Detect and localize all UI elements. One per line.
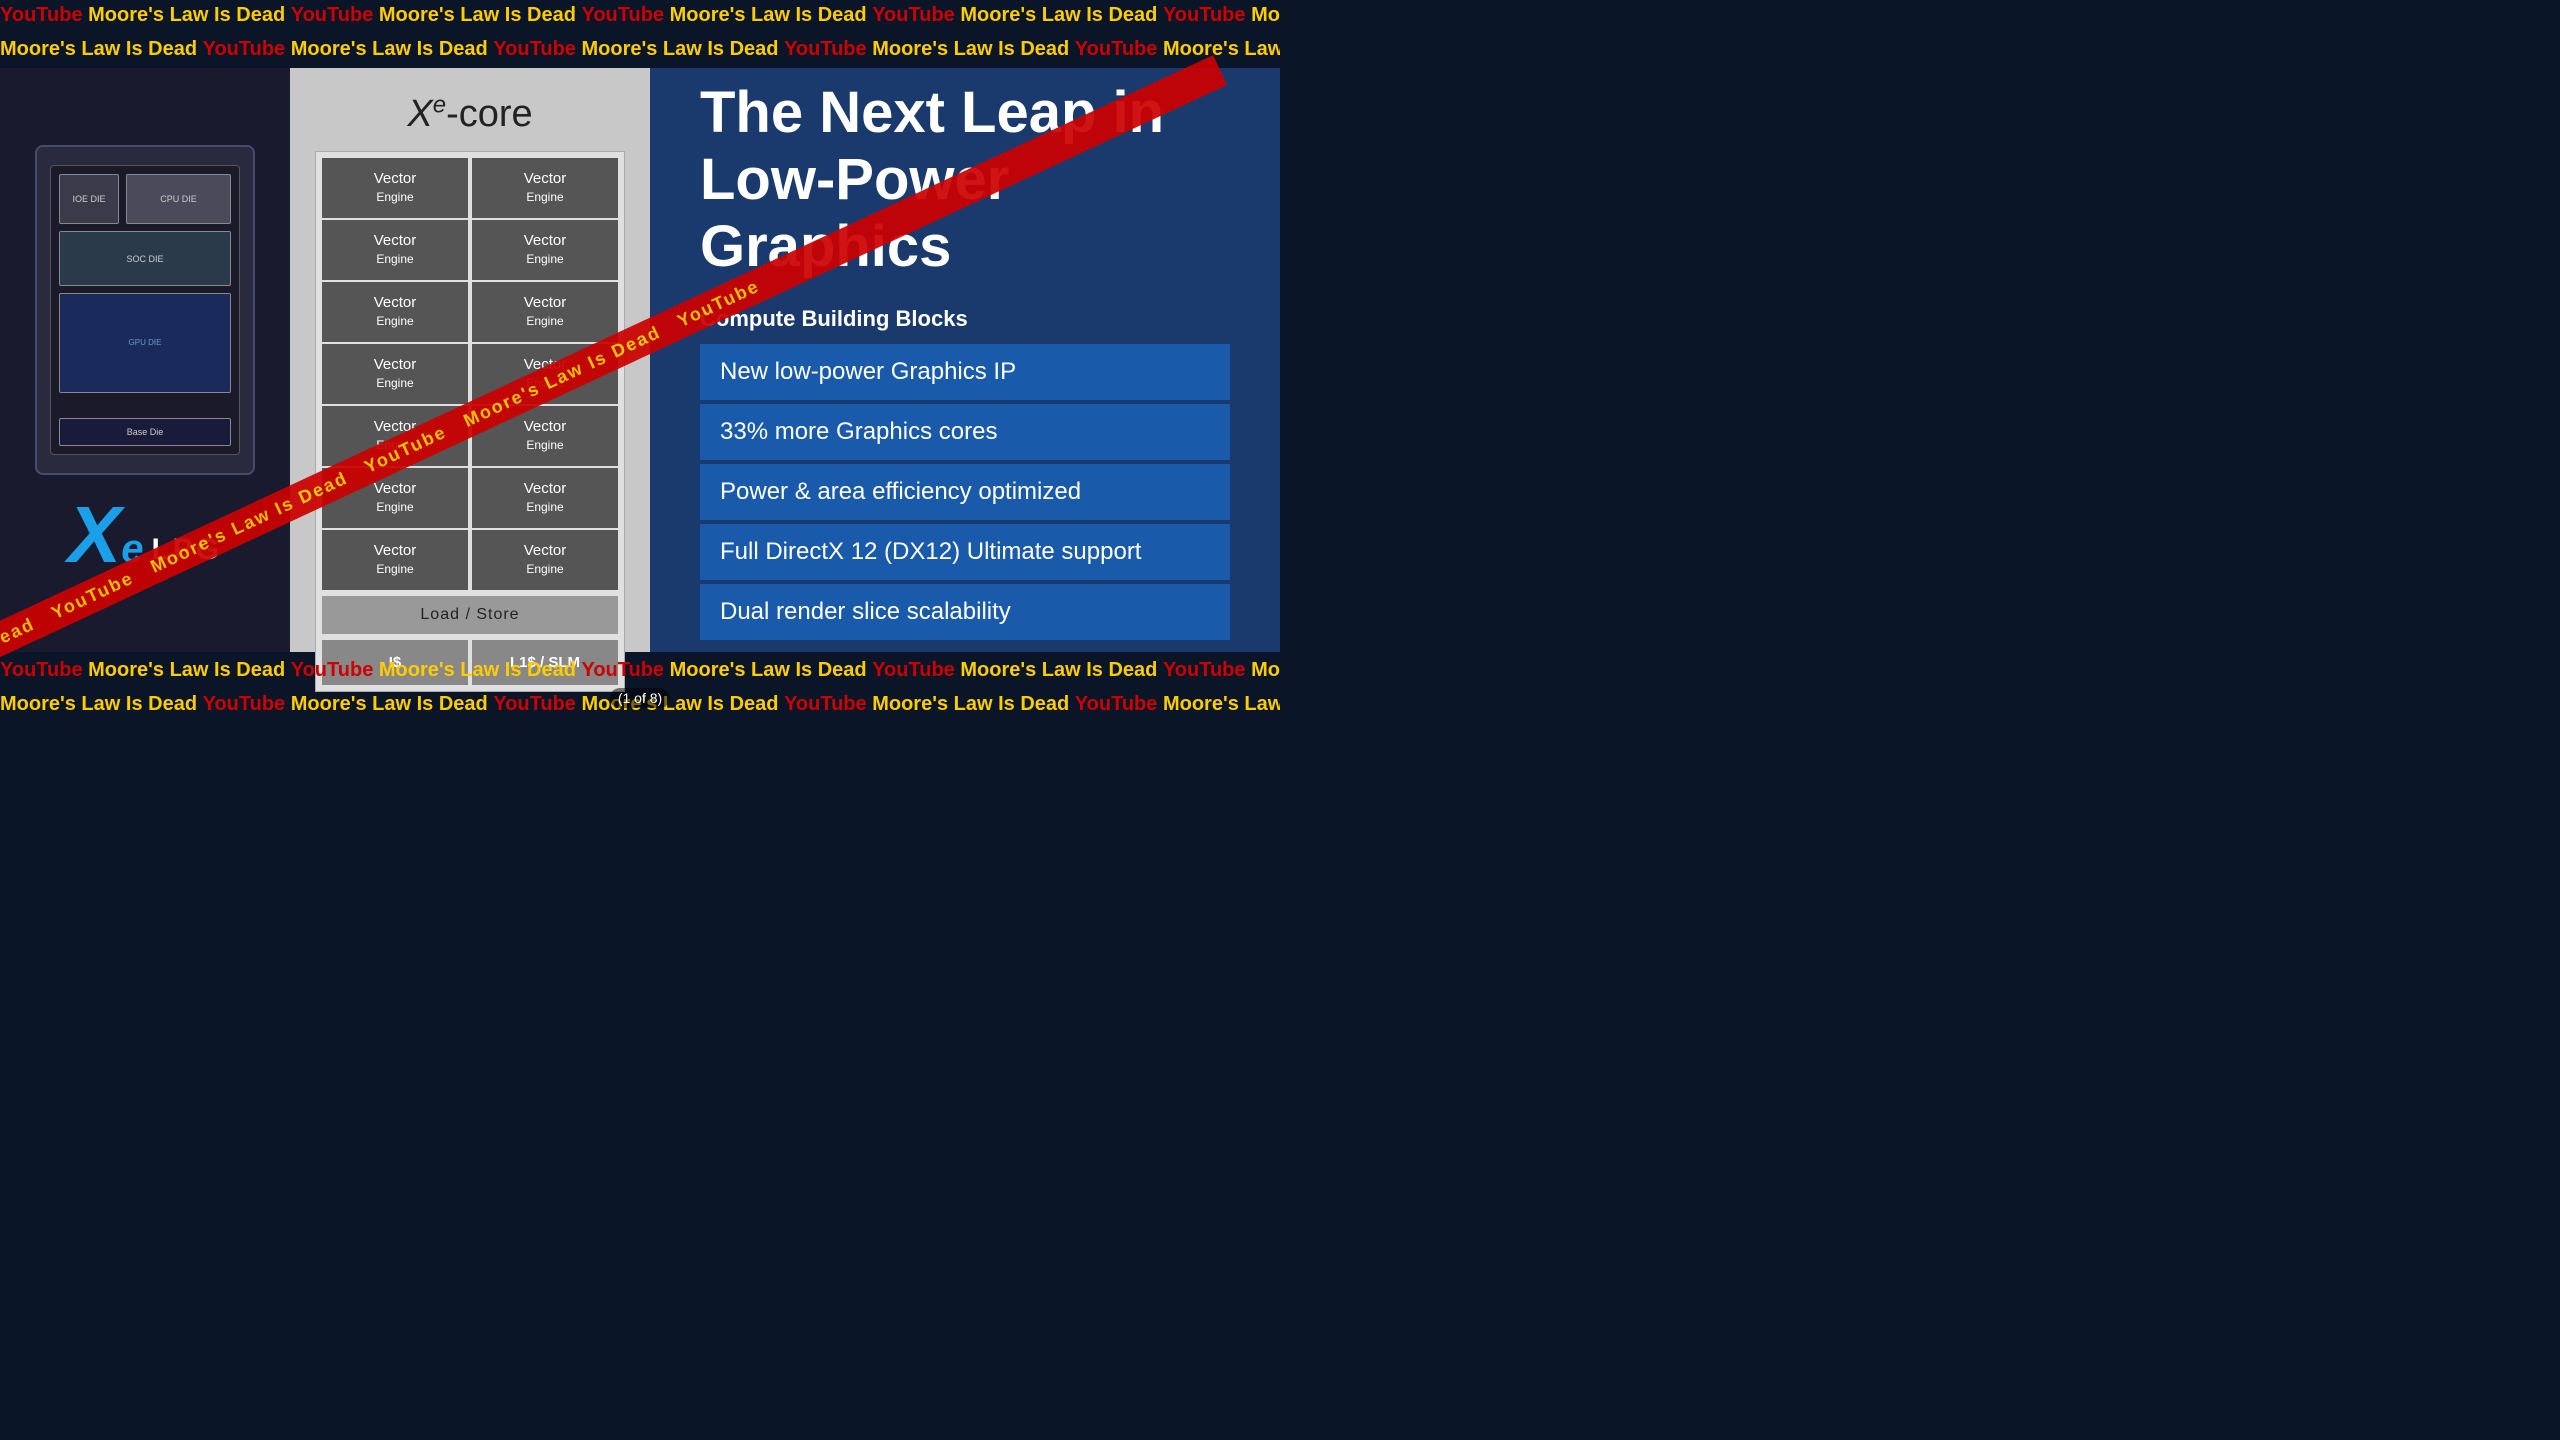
feature-item-4: Full DirectX 12 (DX12) Ultimate support xyxy=(700,524,1230,580)
soc-die: SOC DIE xyxy=(59,231,231,286)
middle-panel: Xe-core VectorEngine VectorEngine Vector… xyxy=(290,68,650,652)
vector-engine-cell: VectorEngine xyxy=(322,344,468,404)
ticker-top-1: YouTube Moore's Law Is Dead YouTube Moor… xyxy=(0,0,1280,31)
ticker-text: YouTube xyxy=(0,4,83,26)
vector-engine-cell: VectorEngine xyxy=(322,530,468,590)
load-store-bar: Load / Store xyxy=(322,596,618,634)
vector-engine-cell: VectorEngine xyxy=(472,282,618,342)
xe-lpg-logo: X e LPG xyxy=(68,495,222,575)
lpg-label: LPG xyxy=(151,533,222,567)
vector-engine-grid: VectorEngine VectorEngine VectorEngine V… xyxy=(315,151,625,692)
chip-inner: IOE DIE CPU DIE SOC DIE GPU DIE Base Die xyxy=(50,165,240,455)
vector-engine-cell: VectorEngine xyxy=(322,158,468,218)
vector-row-0: VectorEngine VectorEngine xyxy=(322,158,618,218)
xe-core-title: Xe-core xyxy=(407,88,532,136)
vector-engine-cell: VectorEngine xyxy=(322,282,468,342)
feature-item-1: New low-power Graphics IP xyxy=(700,344,1230,400)
page-indicator: (1 of 8) xyxy=(610,688,670,708)
feature-list: New low-power Graphics IP 33% more Graph… xyxy=(700,344,1230,640)
vector-engine-cell: VectorEngine xyxy=(472,344,618,404)
vector-engine-cell: VectorEngine xyxy=(472,406,618,466)
xe-e-letter: e xyxy=(121,529,143,569)
feature-item-2: 33% more Graphics cores xyxy=(700,404,1230,460)
vector-engine-cell: VectorEngine xyxy=(472,220,618,280)
vector-row-4: VectorEngine VectorEngine xyxy=(322,406,618,466)
vector-engine-cell: VectorEngine xyxy=(472,158,618,218)
vector-row-3: VectorEngine VectorEngine xyxy=(322,344,618,404)
vector-engine-cell: VectorEngine xyxy=(322,220,468,280)
vector-row-5: VectorEngine VectorEngine xyxy=(322,468,618,528)
vector-engine-cell: VectorEngine xyxy=(322,468,468,528)
vector-row-1: VectorEngine VectorEngine xyxy=(322,220,618,280)
vector-engine-cell: VectorEngine xyxy=(472,530,618,590)
left-panel: IOE DIE CPU DIE SOC DIE GPU DIE Base Die… xyxy=(0,68,290,652)
ioe-die: IOE DIE xyxy=(59,174,119,224)
vector-row-2: VectorEngine VectorEngine xyxy=(322,282,618,342)
main-content: IOE DIE CPU DIE SOC DIE GPU DIE Base Die… xyxy=(0,68,1280,652)
ticker-bottom-1: YouTube Moore's Law Is Dead YouTube Moor… xyxy=(0,655,1280,686)
vector-row-6: VectorEngine VectorEngine xyxy=(322,530,618,590)
right-panel: The Next Leap inLow-Power Graphics Compu… xyxy=(650,68,1280,652)
cpu-die: CPU DIE xyxy=(126,174,231,224)
main-title: The Next Leap inLow-Power Graphics xyxy=(700,80,1230,280)
vector-engine-cell: VectorEngine xyxy=(322,406,468,466)
chip-diagram: IOE DIE CPU DIE SOC DIE GPU DIE Base Die xyxy=(35,145,255,475)
feature-item-3: Power & area efficiency optimized xyxy=(700,464,1230,520)
xe-x-letter: X xyxy=(68,495,121,575)
vector-engine-cell: VectorEngine xyxy=(472,468,618,528)
section-label: Compute Building Blocks xyxy=(700,306,1230,332)
base-die: Base Die xyxy=(59,418,231,446)
feature-item-5: Dual render slice scalability xyxy=(700,584,1230,640)
gpu-die: GPU DIE xyxy=(59,293,231,393)
ticker-top-2: Moore's Law Is Dead YouTube Moore's Law … xyxy=(0,34,1280,65)
